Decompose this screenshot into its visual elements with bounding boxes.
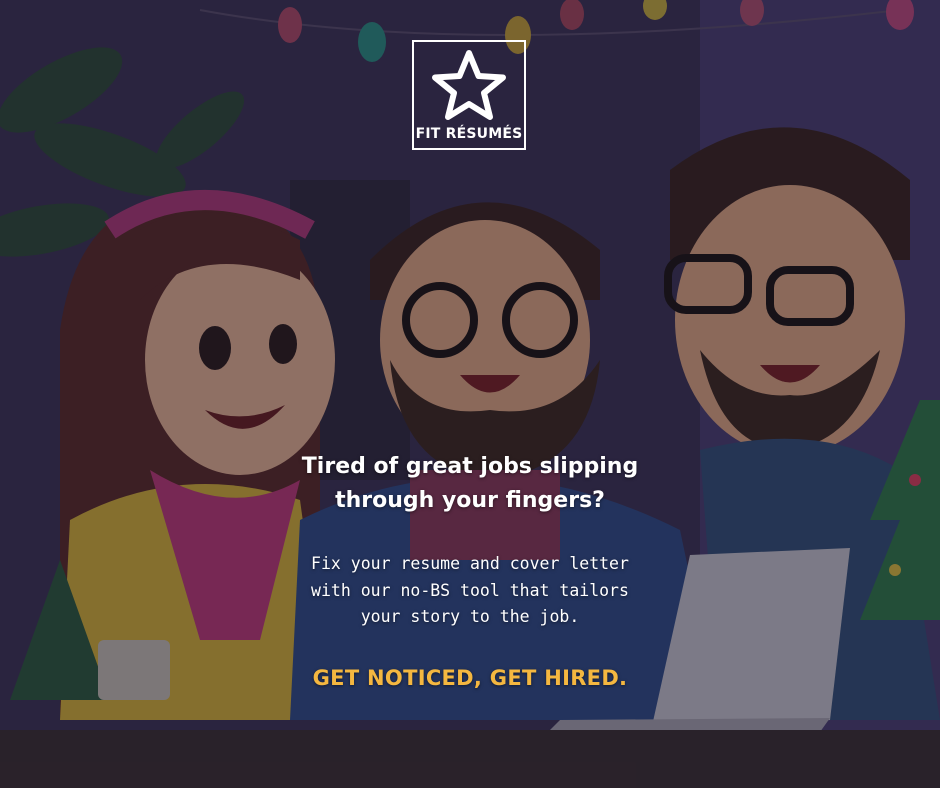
brand-logo[interactable]: FIT RÉSUMÉS [412, 40, 526, 150]
ad-banner: FIT RÉSUMÉS Tired of great jobs slipping… [0, 0, 940, 788]
cta-text[interactable]: GET NOTICED, GET HIRED. [270, 666, 670, 690]
star-icon [432, 50, 506, 120]
subtext: Fix your resume and cover letter with ou… [311, 554, 629, 626]
headline: Tired of great jobs slipping through you… [301, 454, 639, 513]
brand-name: FIT RÉSUMÉS [415, 126, 523, 142]
